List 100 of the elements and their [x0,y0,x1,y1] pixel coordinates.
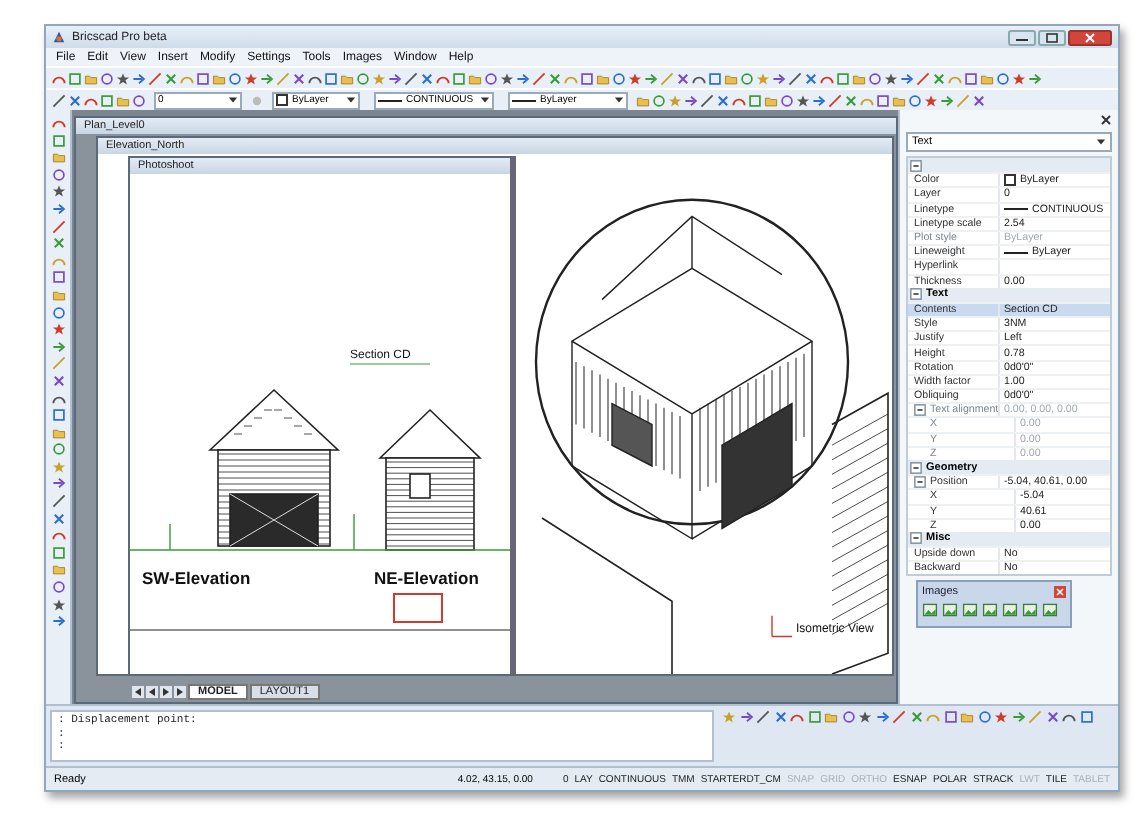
square-icon[interactable] [324,71,338,85]
cross-icon[interactable] [1045,710,1059,724]
arc-icon[interactable] [51,528,65,543]
line-icon[interactable] [532,71,546,85]
previous-icon[interactable] [146,686,158,698]
line-icon[interactable] [404,71,418,85]
line-icon[interactable] [756,710,770,724]
circle-icon[interactable] [356,71,370,85]
caret-icon[interactable] [614,96,624,104]
cross-icon[interactable] [844,93,858,107]
image-icon[interactable] [982,602,998,618]
cross-icon[interactable] [548,71,562,85]
cross-icon[interactable] [773,710,787,724]
cross-icon[interactable] [716,93,730,107]
arrow-icon[interactable] [51,201,65,216]
square-icon[interactable] [51,133,65,148]
star-icon[interactable] [244,71,258,85]
cross-icon[interactable] [972,93,986,107]
arrow-icon[interactable] [260,71,274,85]
folder-icon[interactable] [51,150,65,165]
image-icon[interactable] [962,602,978,618]
square-icon[interactable] [943,710,957,724]
arrow-icon[interactable] [772,71,786,85]
circle-icon[interactable] [51,305,65,320]
circle-icon[interactable] [51,442,65,457]
circle-icon[interactable] [51,580,65,595]
folder-icon[interactable] [51,287,65,302]
arrow-icon[interactable] [516,71,530,85]
image-icon[interactable] [942,602,958,618]
circle-icon[interactable] [996,71,1010,85]
collapse-icon[interactable] [910,159,922,172]
line-icon[interactable] [51,219,65,234]
cross-icon[interactable] [68,93,82,107]
square-icon[interactable] [51,408,65,423]
star-icon[interactable] [51,597,65,612]
cross-icon[interactable] [909,710,923,724]
square-icon[interactable] [748,93,762,107]
square-icon[interactable] [100,93,114,107]
line-icon[interactable] [788,71,802,85]
square-icon[interactable] [1079,710,1093,724]
circle-icon[interactable] [612,71,626,85]
star-icon[interactable] [796,93,810,107]
cross-icon[interactable] [51,236,65,251]
star-icon[interactable] [994,710,1008,724]
star-icon[interactable] [628,71,642,85]
star-icon[interactable] [116,71,130,85]
star-icon[interactable] [884,71,898,85]
square-icon[interactable] [196,71,210,85]
arc-icon[interactable] [790,710,804,724]
arrow-icon[interactable] [51,476,65,491]
arc-icon[interactable] [84,93,98,107]
arc-icon[interactable] [436,71,450,85]
line-icon[interactable] [892,710,906,724]
circle-icon[interactable] [100,71,114,85]
arrow-icon[interactable] [1028,71,1042,85]
cross-icon[interactable] [420,71,434,85]
arrow-icon[interactable] [900,71,914,85]
arrow-icon[interactable] [739,710,753,724]
star-icon[interactable] [1012,71,1026,85]
arc-icon[interactable] [732,93,746,107]
caret-icon[interactable] [346,96,356,104]
star-icon[interactable] [500,71,514,85]
star-icon[interactable] [372,71,386,85]
circle-icon[interactable] [841,710,855,724]
circle-icon[interactable] [780,93,794,107]
collapse-icon[interactable] [910,461,922,474]
arc-icon[interactable] [1062,710,1076,724]
circle-icon[interactable] [652,93,666,107]
folder-icon[interactable] [824,710,838,724]
circle-icon[interactable] [228,71,242,85]
image-icon[interactable] [1042,602,1058,618]
square-icon[interactable] [708,71,722,85]
square-icon[interactable] [876,93,890,107]
arrow-icon[interactable] [51,339,65,354]
cross-icon[interactable] [51,373,65,388]
square-icon[interactable] [836,71,850,85]
line-icon[interactable] [828,93,842,107]
cross-icon[interactable] [804,71,818,85]
circle-icon[interactable] [868,71,882,85]
next-icon[interactable] [160,686,172,698]
close-icon[interactable] [1068,29,1112,45]
square-icon[interactable] [807,710,821,724]
arc-icon[interactable] [51,116,65,130]
circle-icon[interactable] [51,167,65,182]
star-icon[interactable] [51,322,65,337]
arc-icon[interactable] [820,71,834,85]
caret-icon[interactable] [480,96,490,104]
arc-icon[interactable] [692,71,706,85]
image-icon[interactable] [1002,602,1018,618]
line-icon[interactable] [51,494,65,509]
square-icon[interactable] [51,545,65,560]
circle-icon[interactable] [740,71,754,85]
circle-icon[interactable] [977,710,991,724]
folder-icon[interactable] [892,93,906,107]
folder-icon[interactable] [960,710,974,724]
arrow-icon[interactable] [51,614,65,629]
arrow-icon[interactable] [875,710,889,724]
star-icon[interactable] [51,184,65,199]
cross-icon[interactable] [932,71,946,85]
line-icon[interactable] [916,71,930,85]
